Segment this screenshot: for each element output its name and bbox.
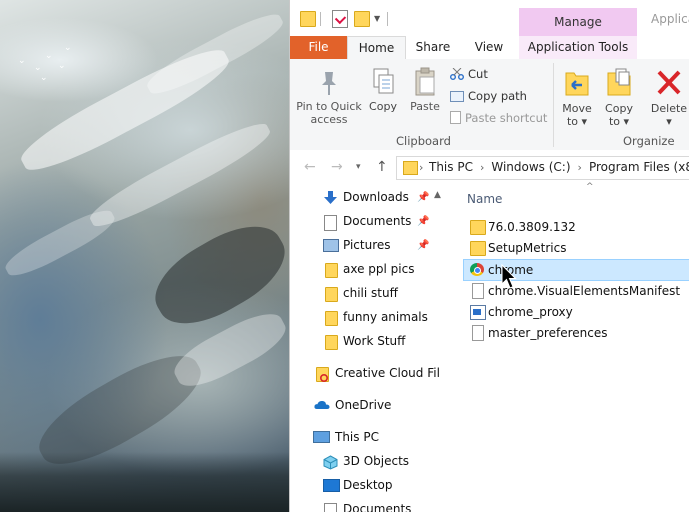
file-list: ^ Name 76.0.3809.132 SetupMetrics chrome… — [450, 182, 689, 512]
customize-quick-access-icon[interactable]: ▼ — [374, 14, 380, 23]
copy-to-button[interactable]: Copy to ▾ — [602, 67, 636, 128]
scissors-icon — [450, 67, 464, 80]
folder-icon — [325, 263, 338, 278]
cut-button[interactable]: Cut — [450, 67, 488, 81]
pin-icon: 📌 — [417, 216, 430, 227]
forward-arrow-icon[interactable]: → — [331, 159, 343, 175]
nav-item-documents-this-pc[interactable]: Documents — [290, 499, 448, 512]
tab-view[interactable]: View — [466, 36, 512, 59]
file-row[interactable]: SetupMetrics — [464, 238, 689, 258]
paste-shortcut-icon — [450, 111, 461, 124]
pin-icon: 📌 — [417, 240, 430, 251]
move-to-icon — [565, 72, 589, 96]
properties-icon[interactable] — [332, 10, 348, 28]
nav-item-pictures[interactable]: Pictures 📌 — [290, 235, 448, 257]
folder-icon — [403, 161, 418, 175]
tab-application-tools[interactable]: Application Tools — [519, 36, 637, 59]
nav-item-creative-cloud-files[interactable]: Creative Cloud Fil — [290, 363, 448, 385]
folder-icon — [470, 220, 486, 235]
breadcrumb-this-pc[interactable]: This PC — [429, 160, 473, 174]
nav-item-funny-animals[interactable]: funny animals — [290, 307, 448, 329]
folder-icon — [300, 11, 316, 27]
tab-share[interactable]: Share — [408, 36, 458, 59]
folder-icon — [470, 241, 486, 256]
recent-locations-icon[interactable]: ▾ — [356, 162, 361, 172]
file-row[interactable]: 76.0.3809.132 — [464, 217, 689, 237]
nav-item-work-stuff[interactable]: Work Stuff — [290, 331, 448, 353]
sort-ascending-icon: ^ — [586, 182, 594, 192]
documents-icon — [324, 215, 337, 231]
pin-icon — [322, 72, 336, 95]
copy-button[interactable]: Copy — [366, 67, 400, 113]
tab-file[interactable]: File — [290, 36, 347, 59]
copy-path-icon — [450, 91, 464, 102]
clipboard-icon — [415, 67, 435, 96]
file-row[interactable]: chrome.VisualElementsManifest — [464, 281, 689, 301]
ribbon-tabs: File Home Share View Application Tools — [290, 36, 689, 61]
file-row[interactable]: master_preferences — [464, 323, 689, 343]
onedrive-cloud-icon — [314, 399, 330, 412]
download-arrow-icon — [323, 191, 338, 204]
documents-icon — [324, 503, 337, 512]
nav-item-desktop[interactable]: Desktop — [290, 475, 448, 497]
paste-shortcut-button[interactable]: Paste shortcut — [450, 111, 547, 125]
chrome-icon — [470, 263, 484, 276]
ribbon-home: Pin to Quick access Copy Paste Cut Copy … — [290, 59, 689, 151]
copy-to-icon — [607, 68, 631, 96]
title-bar: ▼ Manage Applica — [290, 0, 689, 36]
copy-path-button[interactable]: Copy path — [450, 89, 527, 103]
delete-button[interactable]: Delete ▾ — [648, 67, 689, 128]
nav-item-3d-objects[interactable]: 3D Objects — [290, 451, 448, 473]
nav-item-onedrive[interactable]: OneDrive — [290, 395, 448, 417]
mouse-cursor-icon — [501, 264, 517, 289]
pin-icon: 📌 — [417, 192, 430, 203]
desktop-icon — [323, 479, 340, 492]
organize-group-label: Organize — [623, 134, 675, 148]
nav-item-documents[interactable]: Documents 📌 — [290, 211, 448, 233]
file-row[interactable]: chrome_proxy — [464, 302, 689, 322]
creative-cloud-icon — [316, 367, 329, 382]
back-arrow-icon[interactable]: ← — [304, 159, 316, 175]
paste-button[interactable]: Paste — [408, 67, 442, 113]
column-header-name[interactable]: Name — [467, 192, 502, 206]
move-to-button[interactable]: Move to ▾ — [560, 67, 594, 128]
monitor-icon — [313, 431, 330, 443]
executable-icon — [470, 305, 486, 320]
cube-icon — [323, 455, 338, 470]
clipboard-group-label: Clipboard — [396, 134, 451, 148]
pictures-icon — [323, 239, 339, 252]
document-icon — [472, 283, 484, 299]
breadcrumb-windows-c[interactable]: Windows (C:) — [491, 160, 570, 174]
address-bar[interactable]: › This PC›Windows (C:)›Program Files (x8… — [396, 156, 689, 180]
navigation-pane: ▲ Downloads 📌 Documents 📌 Pictures 📌 axe… — [290, 184, 450, 512]
folder-icon — [325, 287, 338, 302]
navigation-bar: ← → ▾ ↑ › This PC › Windows (C:) › Program F… — [290, 150, 689, 184]
folder-icon — [325, 311, 338, 326]
file-row-selected[interactable]: chrome — [463, 259, 689, 281]
nav-item-axe-ppl-pics[interactable]: axe ppl pics — [290, 259, 448, 281]
tab-home[interactable]: Home — [347, 36, 406, 61]
new-folder-icon[interactable] — [354, 11, 370, 27]
copy-icon — [373, 68, 394, 94]
up-arrow-icon[interactable]: ↑ — [376, 159, 388, 175]
nav-item-this-pc[interactable]: This PC — [290, 427, 448, 449]
manage-contextual-header: Manage — [519, 8, 637, 36]
delete-x-icon — [657, 70, 681, 95]
nav-item-chili-stuff[interactable]: chili stuff — [290, 283, 448, 305]
pin-to-quick-access-button[interactable]: Pin to Quick access — [296, 69, 362, 126]
breadcrumb: This PC›Windows (C:)›Program Files (x86) — [429, 160, 689, 174]
folder-icon — [325, 335, 338, 350]
nav-item-downloads[interactable]: Downloads 📌 — [290, 187, 448, 209]
file-explorer-window: ▼ Manage Applica File Home Share View Ap… — [289, 0, 689, 512]
document-icon — [472, 325, 484, 341]
window-title: Applica — [651, 12, 689, 26]
breadcrumb-program-files-x86[interactable]: Program Files (x86) — [589, 160, 689, 174]
